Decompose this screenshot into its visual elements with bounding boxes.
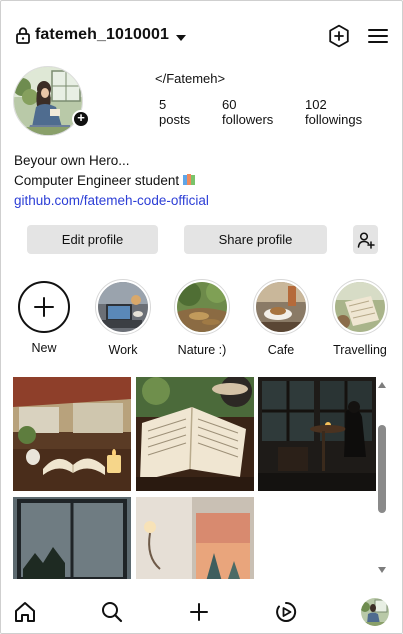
highlight-travelling[interactable]: Travelling <box>327 279 393 357</box>
scroll-up-arrow[interactable] <box>378 382 386 388</box>
add-story-badge[interactable]: + <box>72 110 90 128</box>
bio-line-2-wrap: Computer Engineer student <box>14 171 209 191</box>
search-icon <box>102 602 123 623</box>
discover-people-button[interactable] <box>353 225 378 254</box>
menu-button[interactable] <box>367 25 389 47</box>
grid-scrollbar[interactable] <box>375 375 389 579</box>
stat-posts[interactable]: 5 posts <box>159 97 190 127</box>
plus-icon <box>34 297 54 317</box>
scroll-thumb[interactable] <box>378 425 386 513</box>
share-profile-button[interactable]: Share profile <box>184 225 327 254</box>
highlight-label: Cafe <box>267 343 295 357</box>
plus-icon <box>190 603 208 621</box>
stat-followers[interactable]: 60 followers <box>222 97 273 127</box>
post-tile[interactable] <box>136 377 254 491</box>
bio-line-2: Computer Engineer student <box>14 173 180 188</box>
highlight-ring <box>332 279 388 335</box>
display-name: </Fatemeh> <box>155 71 226 86</box>
edit-profile-button[interactable]: Edit profile <box>27 225 158 254</box>
highlight-nature[interactable]: Nature :) <box>169 279 235 357</box>
lock-icon <box>15 26 31 44</box>
post-tile[interactable] <box>13 497 131 579</box>
username: fatemeh_1010001 <box>35 26 170 43</box>
books-icon <box>182 172 197 185</box>
bottom-navigation <box>1 587 402 633</box>
highlight-label: Work <box>108 343 138 357</box>
post-tile[interactable] <box>13 377 131 491</box>
stat-followers-count: 60 <box>222 97 237 112</box>
profile-avatar-container[interactable]: + <box>13 66 90 138</box>
highlight-label: New <box>31 341 57 355</box>
stat-following[interactable]: 102 followings <box>305 97 362 127</box>
post-tile[interactable] <box>136 497 254 579</box>
profile-avatar[interactable] <box>13 66 83 136</box>
highlight-cover-cafe <box>256 282 306 332</box>
app-frame: fatemeh_1010001 + </Fatemeh> 5 posts 60 … <box>0 0 403 634</box>
highlight-work[interactable]: Work <box>90 279 156 357</box>
reels-icon <box>276 601 297 622</box>
add-user-icon <box>357 231 375 249</box>
hamburger-menu-icon <box>368 29 388 43</box>
account-switcher[interactable]: fatemeh_1010001 <box>15 26 187 44</box>
scroll-down-arrow[interactable] <box>378 567 386 573</box>
stat-following-count: 102 <box>305 97 327 112</box>
new-post-button[interactable] <box>327 24 351 48</box>
highlight-cafe[interactable]: Cafe <box>248 279 314 357</box>
bio: Beyour own Hero... Computer Engineer stu… <box>14 151 209 211</box>
highlight-ring <box>253 279 309 335</box>
stat-followers-label: followers <box>222 112 274 127</box>
highlight-label: Travelling <box>333 343 387 357</box>
add-circle-icon <box>329 24 349 48</box>
highlight-cover-travelling <box>335 282 385 332</box>
new-highlight-circle[interactable] <box>18 281 70 333</box>
home-icon <box>15 602 35 622</box>
nav-home[interactable] <box>13 600 37 624</box>
bio-line-1: Beyour own Hero... <box>14 153 130 168</box>
highlight-cover-work <box>98 282 148 332</box>
nav-reels[interactable] <box>274 600 298 624</box>
stat-posts-count: 5 <box>159 97 167 112</box>
top-bar: fatemeh_1010001 <box>1 1 402 65</box>
nav-search[interactable] <box>100 600 124 624</box>
highlight-new[interactable]: New <box>11 279 77 355</box>
highlight-cover-nature <box>177 282 227 332</box>
stat-posts-label: posts <box>159 112 191 127</box>
story-highlights: New Work Nature :) Cafe Travelling <box>1 279 402 361</box>
highlight-ring <box>95 279 151 335</box>
post-tile[interactable] <box>258 377 376 491</box>
highlight-label: Nature :) <box>177 343 227 357</box>
posts-grid <box>1 371 393 579</box>
bio-link[interactable]: github.com/fatemeh-code-official <box>14 191 209 211</box>
caret-down-icon <box>175 30 187 41</box>
highlight-ring <box>174 279 230 335</box>
stat-following-label: followings <box>305 112 363 127</box>
nav-profile-avatar[interactable] <box>361 598 389 626</box>
nav-create[interactable] <box>187 600 211 624</box>
